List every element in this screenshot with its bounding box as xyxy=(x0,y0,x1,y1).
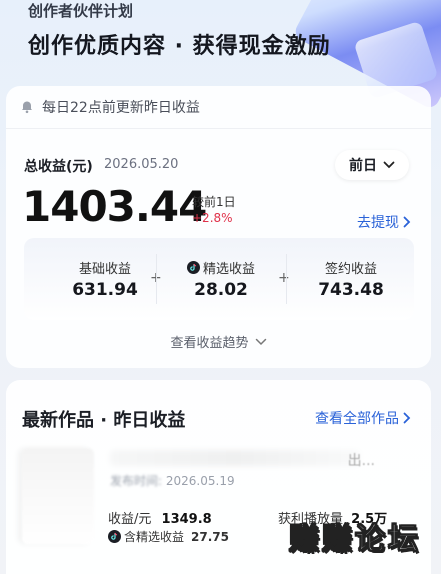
earnings-trend-link[interactable]: 查看收益趋势 xyxy=(6,332,431,351)
featured-label: 含精选收益 xyxy=(124,530,185,544)
total-earnings-label: 总收益(元) xyxy=(24,159,93,175)
breakdown-featured-label: 精选收益 xyxy=(166,258,276,277)
earnings-card: 每日22点前更新昨日收益 总收益(元) 2026.05.20 前日 1403.4… xyxy=(6,86,431,368)
breakdown-value: 631.94 xyxy=(72,280,138,300)
divider xyxy=(6,128,431,129)
breakdown-label: 签约收益 xyxy=(324,262,377,277)
earnings-breakdown: 基础收益 631.94 + 精选收益 28.02 + 签约收益 743.48 xyxy=(24,238,414,320)
divider xyxy=(286,254,287,304)
comparison-label: 较前1日 xyxy=(192,195,236,209)
work-title-ellipsis: 出... xyxy=(347,453,375,469)
featured-value: 27.75 xyxy=(191,529,229,544)
day-comparison: 较前1日 +2.8% xyxy=(192,194,236,226)
plus-sign: + xyxy=(278,270,290,286)
section-title: 最新作品 · 昨日收益 xyxy=(22,410,186,431)
breakdown-base: 基础收益 631.94 xyxy=(50,258,160,300)
chevron-right-icon xyxy=(403,216,411,228)
view-all-works-link[interactable]: 查看全部作品 xyxy=(315,408,411,428)
view-all-label: 查看全部作品 xyxy=(315,411,399,427)
withdraw-link[interactable]: 去提现 xyxy=(357,212,411,232)
douyin-icon xyxy=(186,261,200,274)
work-income: 收益/元 1349.8 xyxy=(108,508,212,527)
chevron-down-icon xyxy=(383,161,395,169)
work-title-blurred xyxy=(110,450,360,466)
breakdown-value: 28.02 xyxy=(194,280,248,300)
work-featured-income: 含精选收益 27.75 xyxy=(108,528,229,545)
divider xyxy=(156,254,157,304)
program-name: 创作者伙伴计划 xyxy=(28,2,134,20)
income-label: 收益/元 xyxy=(108,512,152,527)
update-notice: 每日22点前更新昨日收益 xyxy=(20,96,200,118)
page-title: 创作优质内容 · 获得现金激励 xyxy=(28,34,331,59)
publish-date: 2026.05.19 xyxy=(165,474,235,488)
latest-works-card: 最新作品 · 昨日收益 查看全部作品 出... 发布时间: 2026.05.19… xyxy=(6,380,431,574)
breakdown-label: 精选收益 xyxy=(202,262,255,277)
breakdown-contract: 签约收益 743.48 xyxy=(296,258,406,300)
publish-label: 发布时间: xyxy=(110,474,163,488)
total-earnings-amount: 1403.44 xyxy=(22,182,207,231)
income-value: 1349.8 xyxy=(161,512,212,527)
period-selector-label: 前日 xyxy=(349,158,377,174)
bell-icon xyxy=(22,101,32,114)
work-publish-time: 发布时间: 2026.05.19 xyxy=(110,472,235,489)
breakdown-label: 基础收益 xyxy=(78,262,131,277)
trend-link-label: 查看收益趋势 xyxy=(170,336,249,351)
breakdown-value: 743.48 xyxy=(318,280,384,300)
chevron-down-icon xyxy=(255,338,266,345)
breakdown-featured: 精选收益 28.02 xyxy=(166,258,276,300)
work-thumbnail[interactable] xyxy=(22,448,94,544)
update-notice-text: 每日22点前更新昨日收益 xyxy=(42,100,200,116)
watermark: 赚赚论坛 xyxy=(289,522,421,558)
comparison-change: +2.8% xyxy=(192,211,233,225)
withdraw-label: 去提现 xyxy=(357,215,399,231)
chevron-right-icon xyxy=(403,412,411,424)
page-header: 创作者伙伴计划 创作优质内容 · 获得现金激励 xyxy=(28,0,331,60)
douyin-icon xyxy=(108,530,121,543)
earnings-date: 2026.05.20 xyxy=(104,157,179,172)
period-selector[interactable]: 前日 xyxy=(335,150,409,180)
